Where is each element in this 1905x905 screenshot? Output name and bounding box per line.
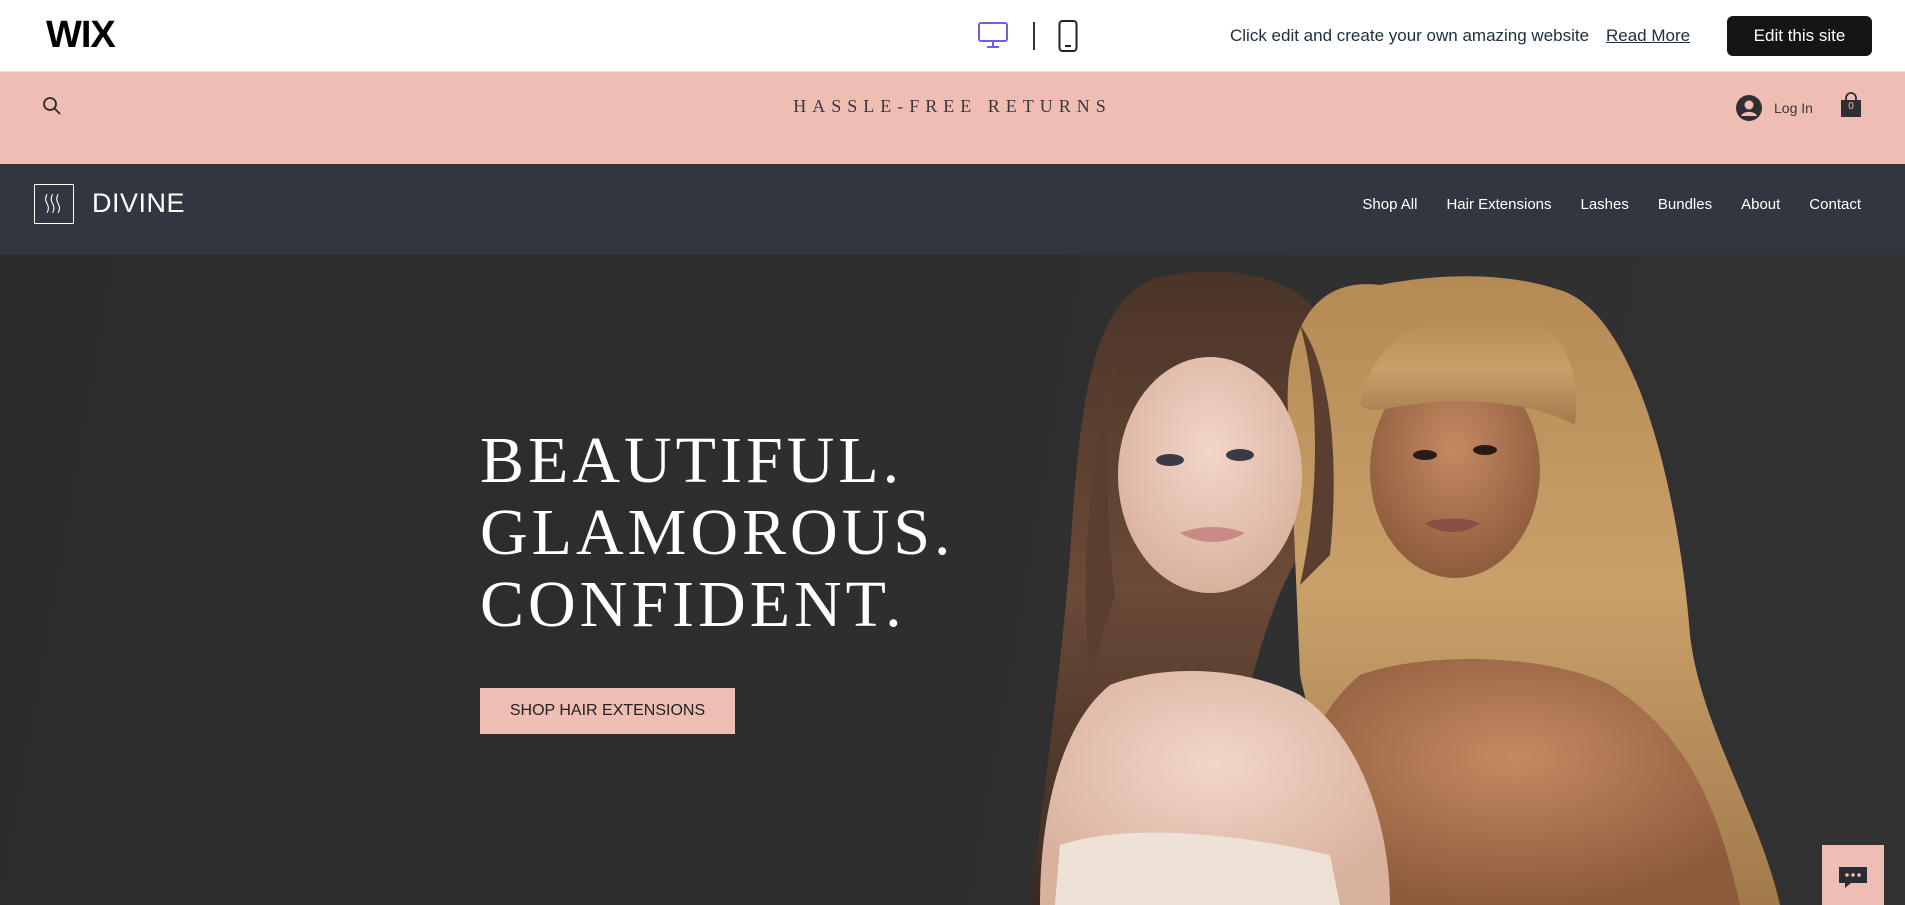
hero-models-photo xyxy=(1030,271,1780,905)
nav-bundles[interactable]: Bundles xyxy=(1658,196,1712,213)
shop-hair-extensions-button[interactable]: SHOP HAIR EXTENSIONS xyxy=(480,688,735,734)
device-separator xyxy=(1033,22,1035,50)
hero-headline-line-2: GLAMOROUS. xyxy=(480,496,955,569)
hero-headline-line-1: BEAUTIFUL. xyxy=(480,424,904,497)
site-header: DIVINE Shop All Hair Extensions Lashes B… xyxy=(0,164,1905,255)
wix-promo-message: Click edit and create your own amazing w… xyxy=(1230,26,1590,45)
announcement-bar: HASSLE-FREE RETURNS Log In 0 xyxy=(0,72,1905,164)
chat-widget-button[interactable] xyxy=(1822,845,1884,905)
wix-logo[interactable]: WIX xyxy=(46,14,116,57)
hero-headline-line-3: CONFIDENT. xyxy=(480,568,906,641)
main-navigation: Shop All Hair Extensions Lashes Bundles … xyxy=(1362,196,1861,213)
nav-hair-extensions[interactable]: Hair Extensions xyxy=(1446,196,1551,213)
cart-button[interactable]: 0 xyxy=(1840,92,1862,118)
edit-site-button[interactable]: Edit this site xyxy=(1727,16,1872,56)
nav-lashes[interactable]: Lashes xyxy=(1581,196,1629,213)
read-more-link[interactable]: Read More xyxy=(1606,26,1690,46)
wix-top-bar: WIX Click edit and create your own amazi… xyxy=(0,0,1905,72)
desktop-monitor-icon[interactable] xyxy=(978,22,1008,48)
login-label: Log In xyxy=(1774,100,1813,116)
hero-headline: BEAUTIFUL. GLAMOROUS. CONFIDENT. xyxy=(480,425,955,641)
login-button[interactable]: Log In xyxy=(1736,94,1813,122)
brand-logo-icon[interactable] xyxy=(34,184,74,224)
chat-bubble-icon xyxy=(1839,867,1867,888)
user-avatar-icon xyxy=(1736,95,1762,121)
hero-section: BEAUTIFUL. GLAMOROUS. CONFIDENT. SHOP HA… xyxy=(0,255,1905,905)
mobile-phone-icon[interactable] xyxy=(1058,20,1078,52)
announcement-text: HASSLE-FREE RETURNS xyxy=(793,96,1112,116)
nav-shop-all[interactable]: Shop All xyxy=(1362,196,1417,213)
cart-count: 0 xyxy=(1848,101,1854,112)
nav-about[interactable]: About xyxy=(1741,196,1780,213)
brand-name[interactable]: DIVINE xyxy=(92,188,185,219)
nav-contact[interactable]: Contact xyxy=(1809,196,1861,213)
